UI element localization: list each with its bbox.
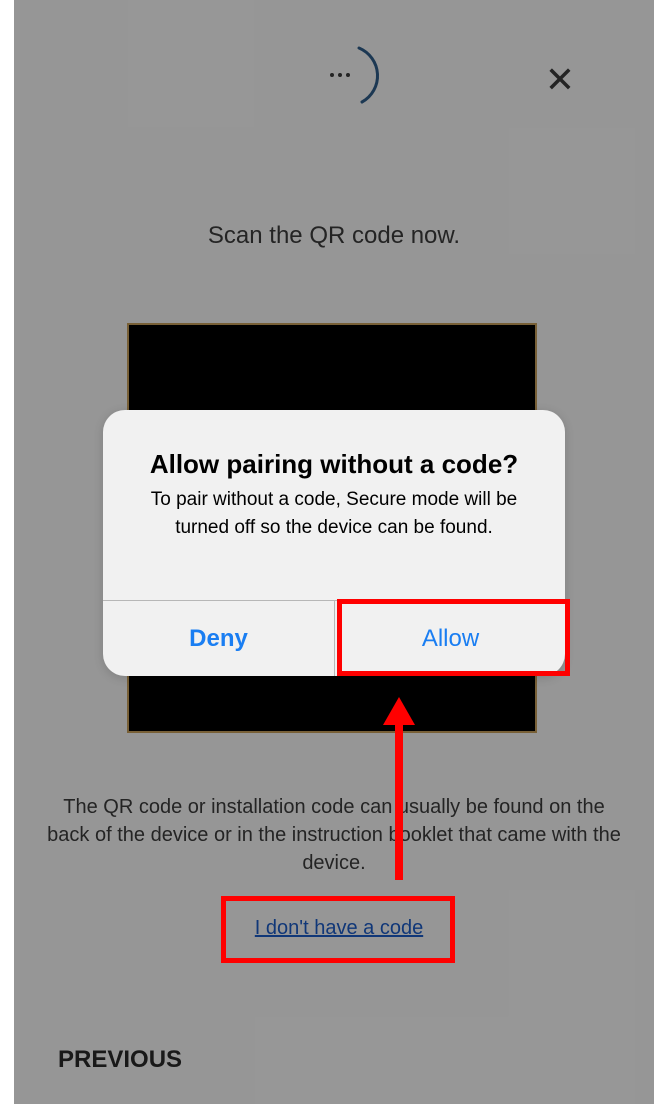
dialog-message: To pair without a code, Secure mode will…	[150, 489, 518, 538]
dialog-title: Allow pairing without a code?	[149, 449, 519, 479]
no-code-highlight-box	[221, 896, 455, 963]
annotation-arrow	[383, 697, 415, 880]
deny-button[interactable]: Deny	[103, 601, 334, 676]
allow-highlight-box	[337, 599, 570, 676]
